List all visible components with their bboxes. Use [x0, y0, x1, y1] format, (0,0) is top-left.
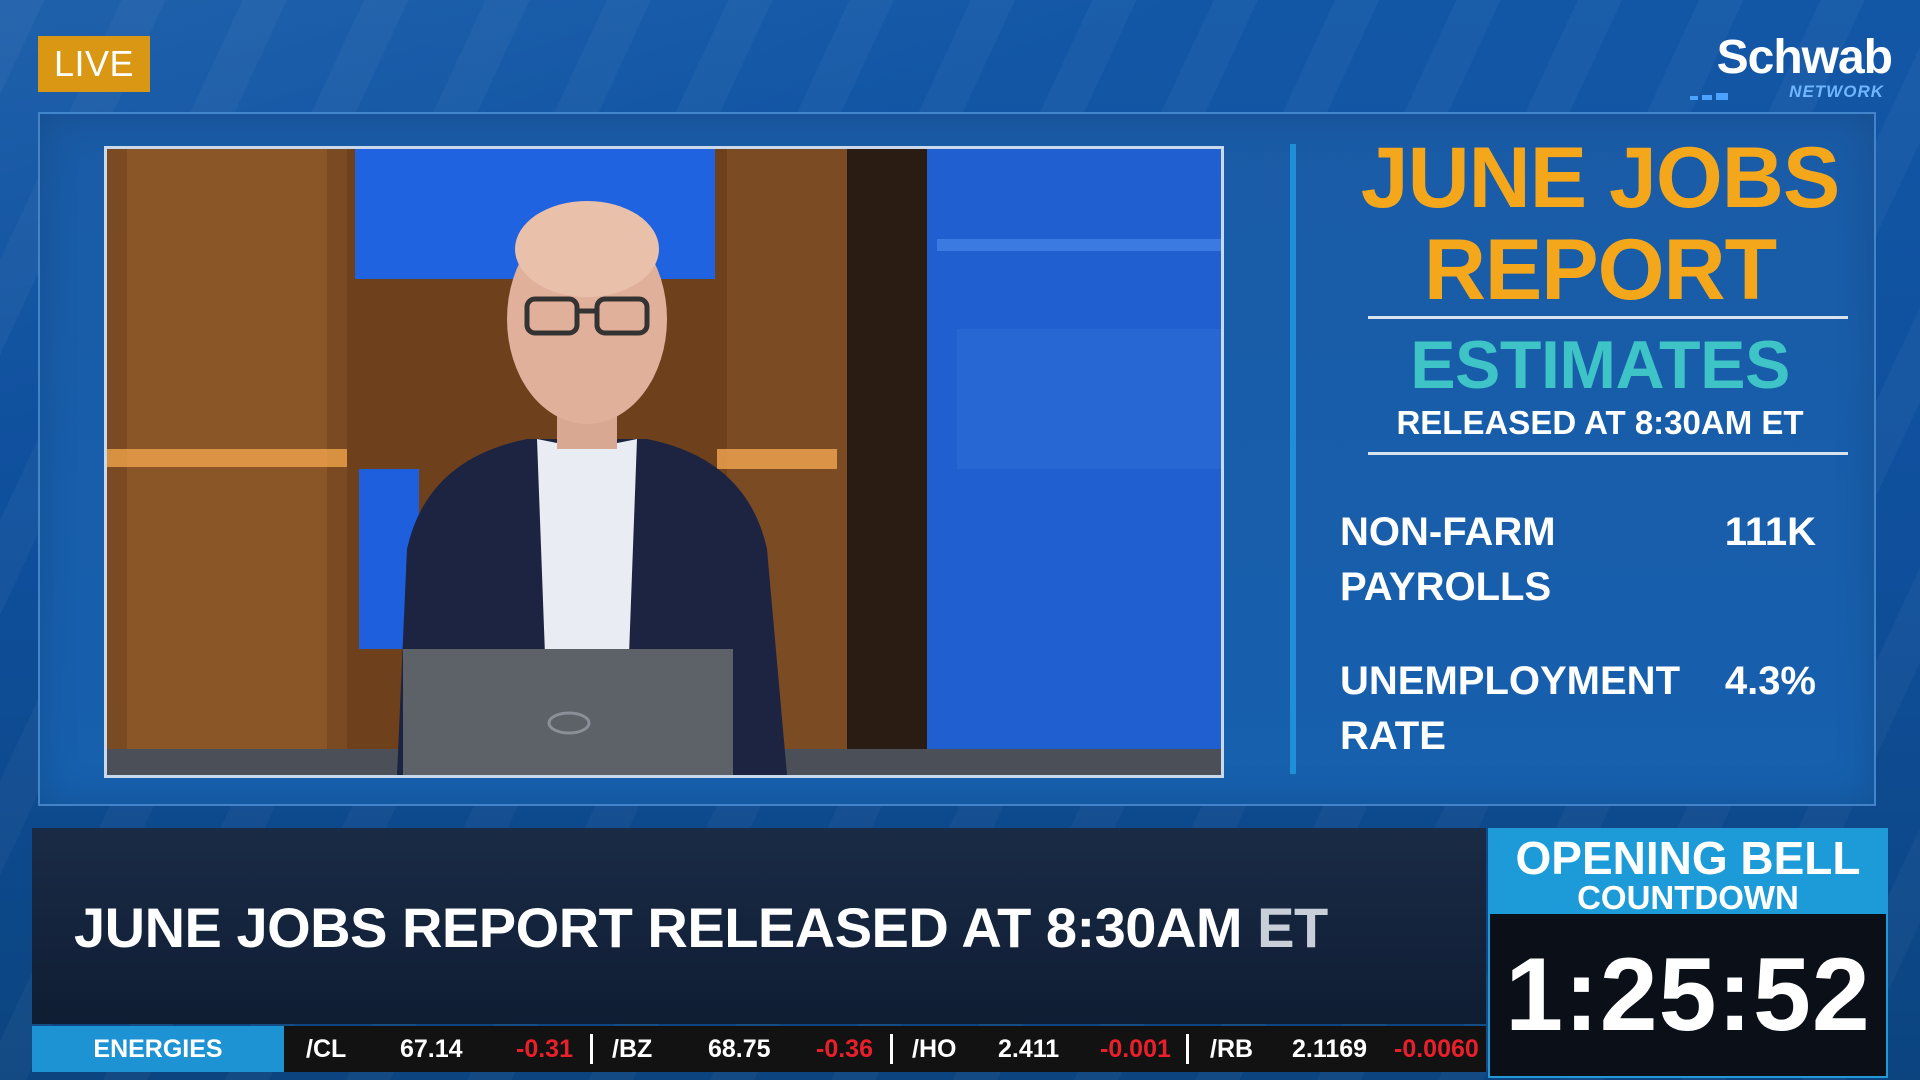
headline: JUNE JOBS REPORT RELEASED AT 8:30AM ET	[74, 895, 1328, 960]
metric-label-unemployment: UNEMPLOYMENT RATE	[1340, 654, 1680, 764]
ticker-separator	[1186, 1034, 1189, 1064]
report-title: JUNE JOBS REPORT	[1330, 132, 1870, 316]
market-ticker: ENERGIES /CL 67.14 -0.31 /BZ 68.75 -0.36…	[32, 1026, 1486, 1072]
report-title-line1: JUNE JOBS	[1360, 130, 1841, 226]
ticker-category: ENERGIES	[32, 1026, 284, 1072]
ticker-symbol: /RB	[1210, 1035, 1254, 1063]
title-rule	[1368, 316, 1848, 319]
logo-brand: Schwab	[1716, 31, 1893, 84]
ticker-separator	[890, 1034, 893, 1064]
ticker-price: 68.75	[708, 1035, 771, 1063]
schwab-network-logo: Schwab NETWORK	[1690, 30, 1893, 101]
report-title-line2: REPORT	[1423, 222, 1777, 318]
release-time: RELEASED AT 8:30AM ET	[1396, 404, 1804, 441]
video-feed	[104, 146, 1224, 778]
ticker-change: -0.31	[516, 1035, 573, 1063]
metric-label-line: UNEMPLOYMENT	[1340, 659, 1680, 703]
countdown-title: OPENING BELL	[1515, 832, 1861, 884]
countdown-subtitle: COUNTDOWN	[1577, 879, 1799, 916]
release-rule	[1368, 452, 1848, 455]
ticker-change: -0.001	[1100, 1035, 1171, 1063]
estimates-heading: ESTIMATES	[1410, 327, 1790, 403]
logo-sub: NETWORK	[1789, 82, 1884, 101]
opening-bell-countdown: OPENING BELL COUNTDOWN 1:25:52	[1488, 828, 1888, 1078]
metric-label-payrolls: NON-FARM PAYROLLS	[1340, 505, 1556, 615]
metric-value-unemployment: 4.3%	[1724, 659, 1816, 703]
ticker-change: -0.36	[816, 1035, 873, 1063]
ticker-symbol: /HO	[912, 1035, 957, 1063]
countdown-time: 1:25:52	[1505, 937, 1871, 1053]
ticker-price: 2.1169	[1292, 1035, 1368, 1063]
metric-value-payrolls: 111K	[1724, 510, 1816, 554]
presenter-video	[107, 149, 1221, 775]
ticker-price: 2.411	[998, 1035, 1060, 1063]
logo-bars-icon	[1690, 90, 1750, 100]
ticker-separator	[590, 1034, 593, 1064]
ticker-change: -0.0060	[1394, 1035, 1479, 1063]
ticker-price: 67.14	[400, 1035, 463, 1063]
metric-label-line: PAYROLLS	[1340, 565, 1552, 609]
ticker-symbol: /BZ	[612, 1035, 653, 1063]
headline-tail: ET	[1257, 896, 1328, 959]
metric-label-line: NON-FARM	[1340, 510, 1556, 554]
broadcast-screen: LIVE Schwab NETWORK JUNE JOBS REPORT EST…	[0, 0, 1920, 1080]
headline-main: JUNE JOBS REPORT RELEASED AT 8:30AM	[74, 896, 1243, 959]
panel-divider	[1290, 144, 1296, 774]
live-badge: LIVE	[38, 36, 150, 92]
countdown-header: OPENING BELL COUNTDOWN	[1490, 830, 1886, 914]
metric-label-line: RATE	[1340, 714, 1446, 758]
ticker-symbol: /CL	[306, 1035, 347, 1063]
